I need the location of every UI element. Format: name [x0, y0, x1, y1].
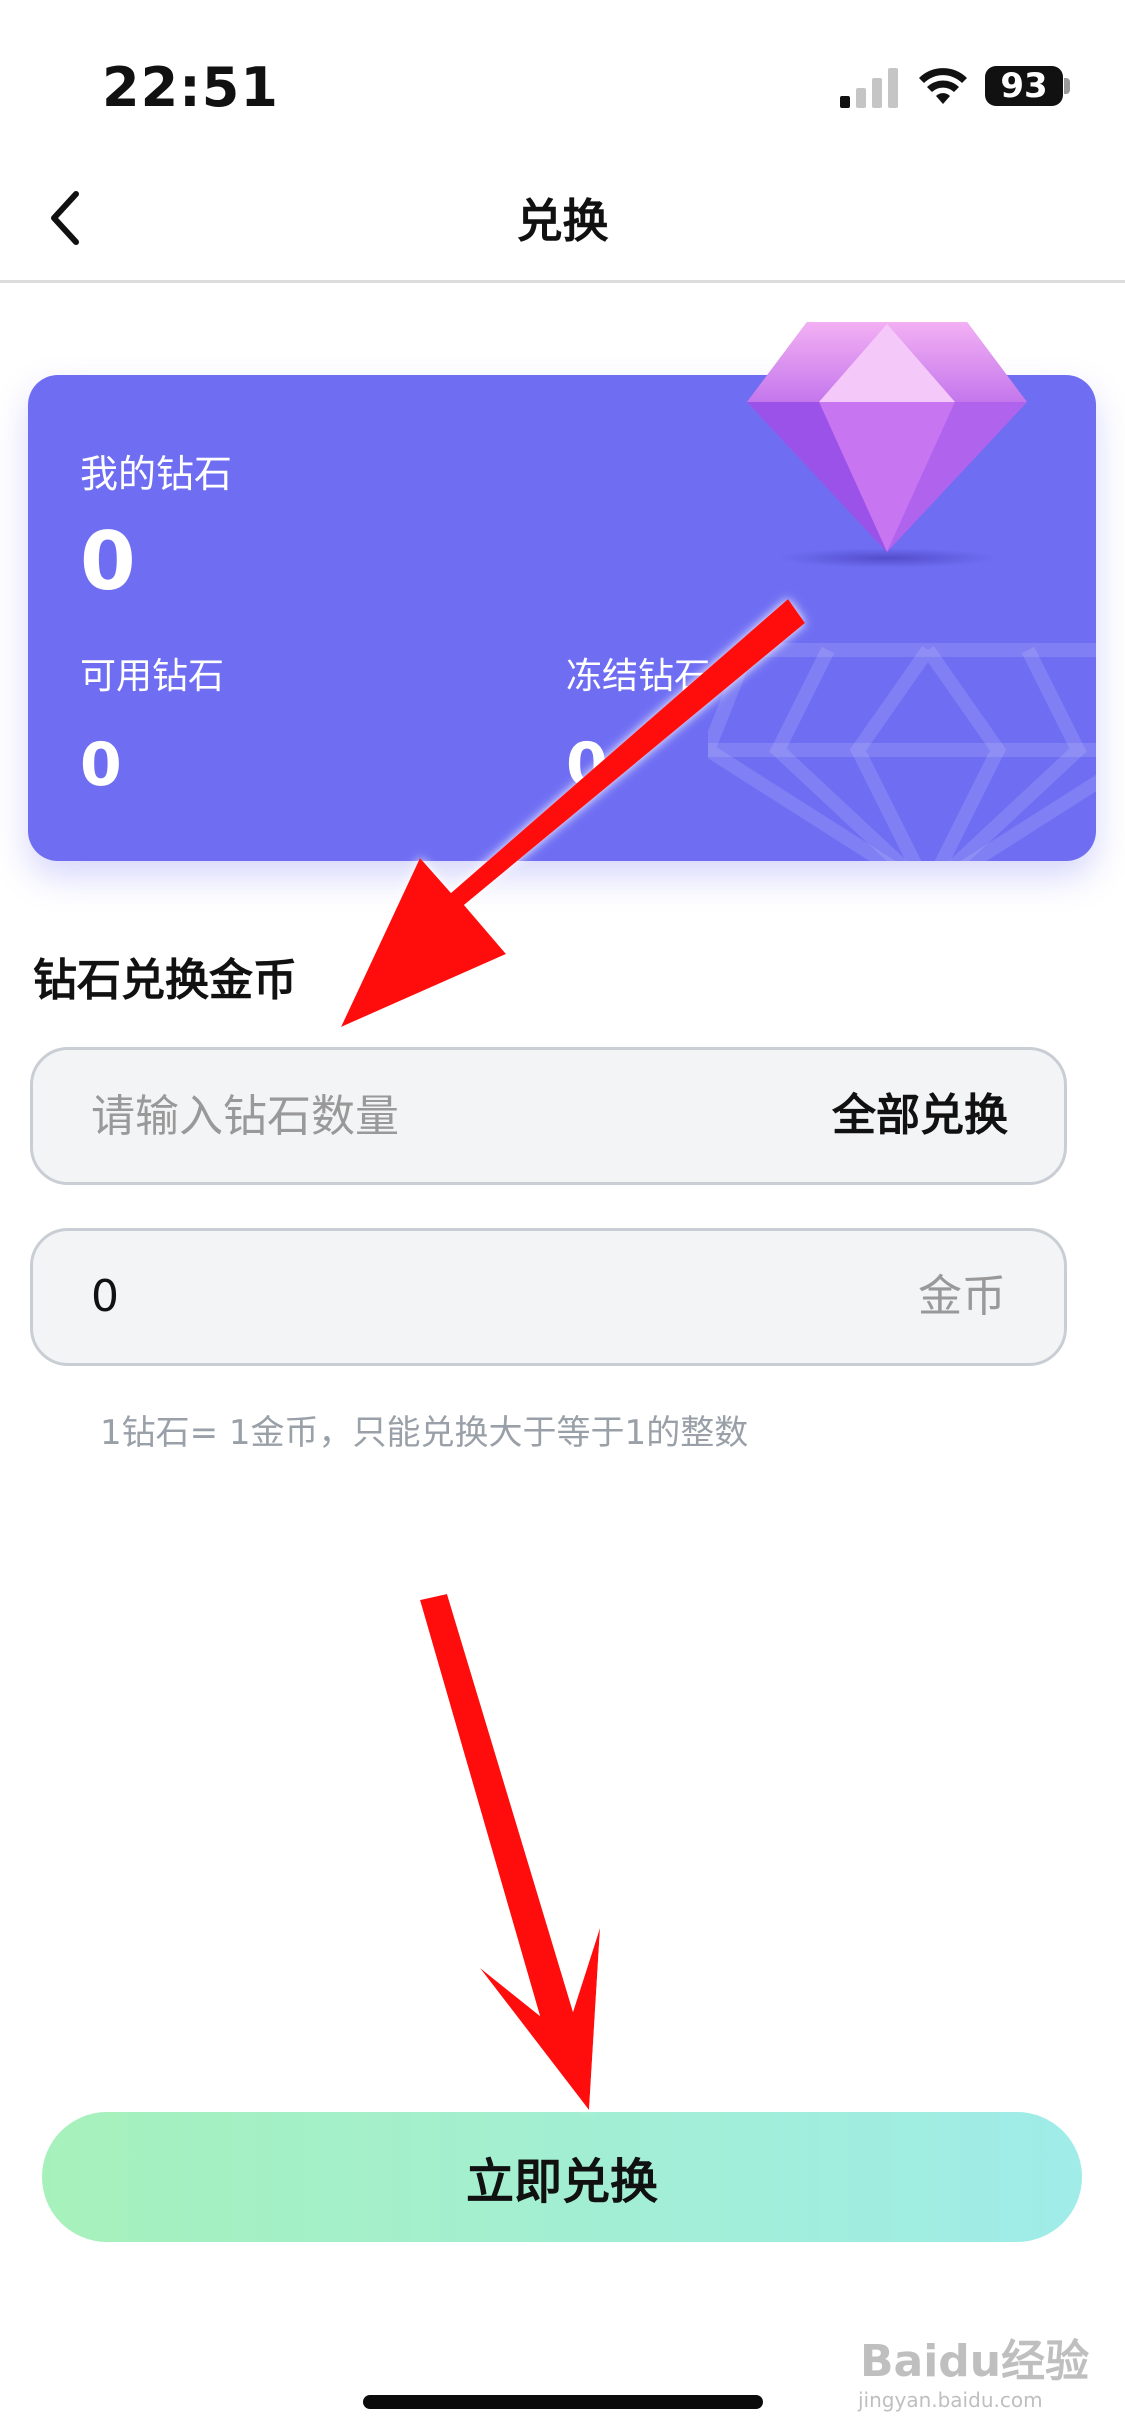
page-title: 兑换 [516, 194, 609, 248]
section-title: 钻石兑换金币 [33, 955, 297, 1006]
diamond-watermark-icon [708, 643, 1096, 861]
exchange-all-button[interactable]: 全部兑换 [832, 1050, 1008, 1182]
diamond-amount-field: 全部兑换 [30, 1047, 1067, 1185]
baidu-watermark-url: jingyan.baidu.com [858, 2388, 1043, 2412]
wifi-icon [919, 68, 967, 104]
diamond-amount-input[interactable] [91, 1050, 791, 1182]
exchange-now-button[interactable]: 立即兑换 [42, 2112, 1082, 2242]
battery-indicator: 93 [985, 66, 1063, 106]
cellular-signal-icon [840, 68, 898, 108]
coin-amount-value: 0 [91, 1271, 119, 1322]
arrow-down-icon [420, 1594, 600, 2110]
exchange-rate-hint: 1钻石= 1金币，只能兑换大于等于1的整数 [100, 1413, 749, 1453]
frozen-diamonds-label: 冻结钻石 [566, 656, 711, 697]
status-time: 22:51 [102, 56, 279, 119]
my-diamonds-label: 我的钻石 [80, 452, 233, 496]
header-divider [0, 280, 1125, 283]
baidu-watermark: Baidu经验 [860, 2336, 1090, 2387]
available-diamonds-value: 0 [80, 730, 122, 800]
home-indicator [363, 2395, 763, 2409]
my-diamonds-value: 0 [80, 515, 136, 608]
coin-unit-label: 金币 [918, 1271, 1006, 1322]
frozen-diamonds-value: 0 [566, 730, 608, 800]
coin-amount-field: 0 金币 [30, 1228, 1067, 1366]
battery-cap [1064, 78, 1070, 94]
diamond-icon [747, 322, 1027, 568]
available-diamonds-label: 可用钻石 [80, 656, 225, 697]
